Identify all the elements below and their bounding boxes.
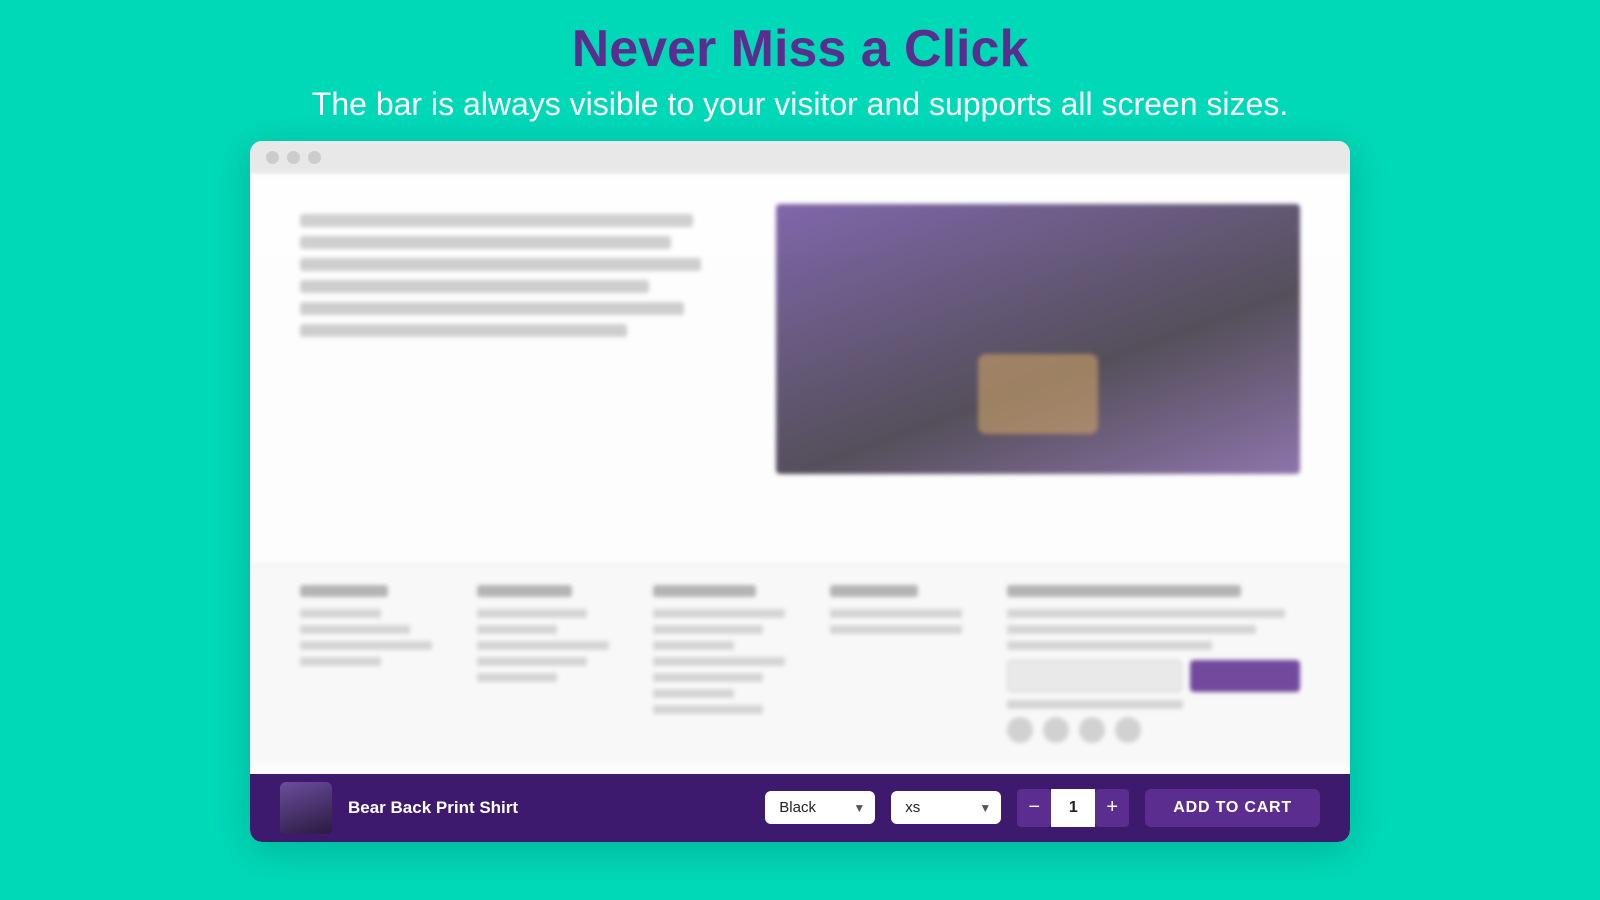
- footer-link: [653, 609, 785, 618]
- sticky-controls: Black White Navy Grey ▼ xs s m l xl ▼ −: [765, 789, 1320, 827]
- footer-columns: [250, 564, 1350, 763]
- footer-link: [653, 641, 734, 650]
- footer-link: [300, 641, 432, 650]
- newsletter-text-3: [1007, 641, 1212, 650]
- footer-link: [653, 657, 785, 666]
- image-decoration: [978, 354, 1098, 434]
- social-icon-4: [1115, 717, 1141, 743]
- text-line-3: [300, 258, 701, 271]
- size-select[interactable]: xs s m l xl: [891, 791, 1001, 824]
- text-line-2: [300, 236, 671, 249]
- header-section: Never Miss a Click The bar is always vis…: [312, 20, 1288, 123]
- footer-link: [830, 625, 962, 634]
- footer-col-3: [653, 585, 800, 743]
- product-thumbnail: [280, 782, 332, 834]
- text-line-1: [300, 214, 693, 227]
- content-spacer: [250, 504, 1350, 564]
- footer-link: [653, 625, 763, 634]
- browser-dot-red: [266, 151, 279, 164]
- main-title: Never Miss a Click: [312, 20, 1288, 80]
- footer-link: [477, 673, 558, 682]
- newsletter-disclaimer: [1007, 700, 1183, 709]
- footer-col-1-title: [300, 585, 388, 597]
- content-text-block: [300, 204, 736, 474]
- footer-link: [300, 609, 381, 618]
- newsletter-text-1: [1007, 609, 1286, 618]
- quantity-increase-button[interactable]: +: [1095, 789, 1129, 827]
- browser-dot-green: [308, 151, 321, 164]
- footer-newsletter: [1007, 585, 1300, 743]
- size-select-wrapper[interactable]: xs s m l xl ▼: [891, 791, 1001, 824]
- text-line-4: [300, 280, 649, 293]
- footer-col-4-title: [830, 585, 918, 597]
- sticky-bar: Bear Back Print Shirt Black White Navy G…: [250, 774, 1350, 842]
- browser-toolbar: [250, 141, 1350, 174]
- browser-content: [250, 174, 1350, 774]
- browser-window: Bear Back Print Shirt Black White Navy G…: [250, 141, 1350, 842]
- footer-link: [477, 609, 587, 618]
- color-select-wrapper[interactable]: Black White Navy Grey ▼: [765, 791, 875, 824]
- footer-link: [300, 657, 381, 666]
- newsletter-input-fake: [1007, 660, 1182, 692]
- quantity-control: − 1 +: [1017, 789, 1129, 827]
- newsletter-input-row: [1007, 660, 1300, 692]
- footer-link: [653, 705, 763, 714]
- footer-link: [477, 657, 587, 666]
- add-to-cart-button[interactable]: ADD TO CART: [1145, 789, 1320, 827]
- thumbnail-image: [280, 782, 332, 834]
- sticky-product-name: Bear Back Print Shirt: [348, 798, 518, 818]
- footer-col-3-title: [653, 585, 756, 597]
- social-icon-3: [1079, 717, 1105, 743]
- sub-title: The bar is always visible to your visito…: [312, 86, 1288, 123]
- footer-col-1: [300, 585, 447, 743]
- product-image-block: [776, 204, 1300, 474]
- footer-col-2-title: [477, 585, 572, 597]
- color-select[interactable]: Black White Navy Grey: [765, 791, 875, 824]
- newsletter-btn-fake: [1190, 660, 1300, 692]
- footer-link: [477, 641, 609, 650]
- footer-col-4: [830, 585, 977, 743]
- quantity-value: 1: [1051, 789, 1095, 827]
- footer-link: [830, 609, 962, 618]
- newsletter-title: [1007, 585, 1242, 597]
- newsletter-text-2: [1007, 625, 1256, 634]
- text-line-6: [300, 324, 627, 337]
- quantity-decrease-button[interactable]: −: [1017, 789, 1051, 827]
- footer-link: [653, 689, 734, 698]
- social-icon-2: [1043, 717, 1069, 743]
- social-icon-1: [1007, 717, 1033, 743]
- product-image: [776, 204, 1300, 474]
- footer-link: [653, 673, 763, 682]
- text-line-5: [300, 302, 684, 315]
- content-top: [250, 174, 1350, 504]
- footer-link: [477, 625, 558, 634]
- browser-dot-yellow: [287, 151, 300, 164]
- footer-col-2: [477, 585, 624, 743]
- social-icons-row: [1007, 717, 1300, 743]
- footer-link: [300, 625, 410, 634]
